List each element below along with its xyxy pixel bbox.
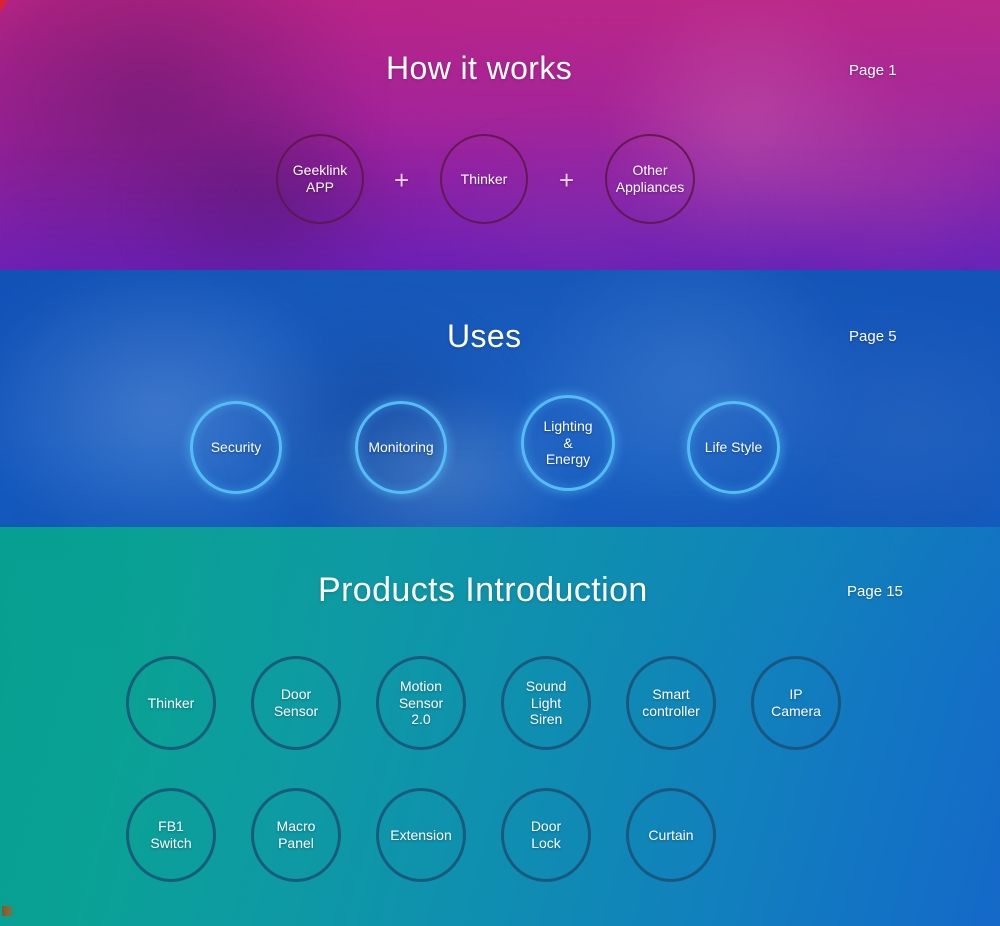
product-motion-sensor-2-0[interactable]: Motion Sensor 2.0 — [376, 656, 466, 750]
section-title-uses: Uses — [447, 318, 522, 354]
product-label: Thinker — [147, 694, 195, 711]
product-label: FB1 Switch — [150, 818, 192, 851]
product-label: Motion Sensor 2.0 — [398, 678, 444, 728]
page-number-uses: Page 5 — [849, 328, 897, 345]
section-title-products-introduction: Products Introduction — [318, 571, 648, 609]
node-label: Geeklink APP — [292, 162, 348, 195]
page-number-how-it-works: Page 1 — [849, 62, 897, 79]
section-products-introduction: Products Introduction Page 15 Thinker Do… — [0, 527, 1000, 926]
section-how-it-works: How it works Page 1 Geeklink APP + Thinke… — [0, 0, 1000, 270]
node-security[interactable]: Security — [190, 401, 282, 494]
product-label: IP Camera — [771, 686, 821, 719]
product-label: Macro Panel — [276, 818, 316, 851]
node-label: Thinker — [460, 170, 508, 187]
node-life-style[interactable]: Life Style — [687, 401, 780, 494]
product-label: Smart controller — [642, 686, 700, 719]
product-thinker[interactable]: Thinker — [126, 656, 216, 750]
product-sound-light-siren[interactable]: Sound Light Siren — [501, 656, 591, 750]
node-thinker[interactable]: Thinker — [440, 134, 528, 224]
node-monitoring[interactable]: Monitoring — [355, 401, 447, 494]
product-fb1-switch[interactable]: FB1 Switch — [126, 788, 216, 882]
section-uses: Uses Page 5 Security Monitoring Lighting… — [0, 270, 1000, 527]
infographic-page: How it works Page 1 Geeklink APP + Thinke… — [0, 0, 1000, 926]
product-label: Extension — [390, 826, 452, 843]
background-photo-blob — [0, 465, 1000, 527]
plus-separator-1: + — [394, 165, 410, 195]
product-label: Sound Light Siren — [525, 678, 567, 728]
plus-separator-2: + — [559, 165, 575, 195]
node-geeklink-app[interactable]: Geeklink APP — [276, 134, 364, 224]
product-smart-controller[interactable]: Smart controller — [626, 656, 716, 750]
page-number-products-introduction: Page 15 — [847, 583, 903, 600]
product-macro-panel[interactable]: Macro Panel — [251, 788, 341, 882]
product-ip-camera[interactable]: IP Camera — [751, 656, 841, 750]
product-label: Curtain — [648, 826, 694, 843]
product-door-sensor[interactable]: Door Sensor — [251, 656, 341, 750]
product-door-lock[interactable]: Door Lock — [501, 788, 591, 882]
node-label: Life Style — [704, 439, 763, 456]
node-label: Other Appliances — [615, 162, 685, 195]
section-title-how-it-works: How it works — [386, 50, 573, 86]
product-curtain[interactable]: Curtain — [626, 788, 716, 882]
product-label: Door Sensor — [273, 686, 319, 719]
product-extension[interactable]: Extension — [376, 788, 466, 882]
node-label: Lighting & Energy — [543, 418, 593, 468]
node-label: Monitoring — [368, 439, 434, 456]
product-label: Door Lock — [530, 818, 562, 851]
node-other-appliances[interactable]: Other Appliances — [605, 134, 695, 224]
node-label: Security — [210, 439, 262, 456]
node-lighting-energy[interactable]: Lighting & Energy — [521, 395, 615, 491]
